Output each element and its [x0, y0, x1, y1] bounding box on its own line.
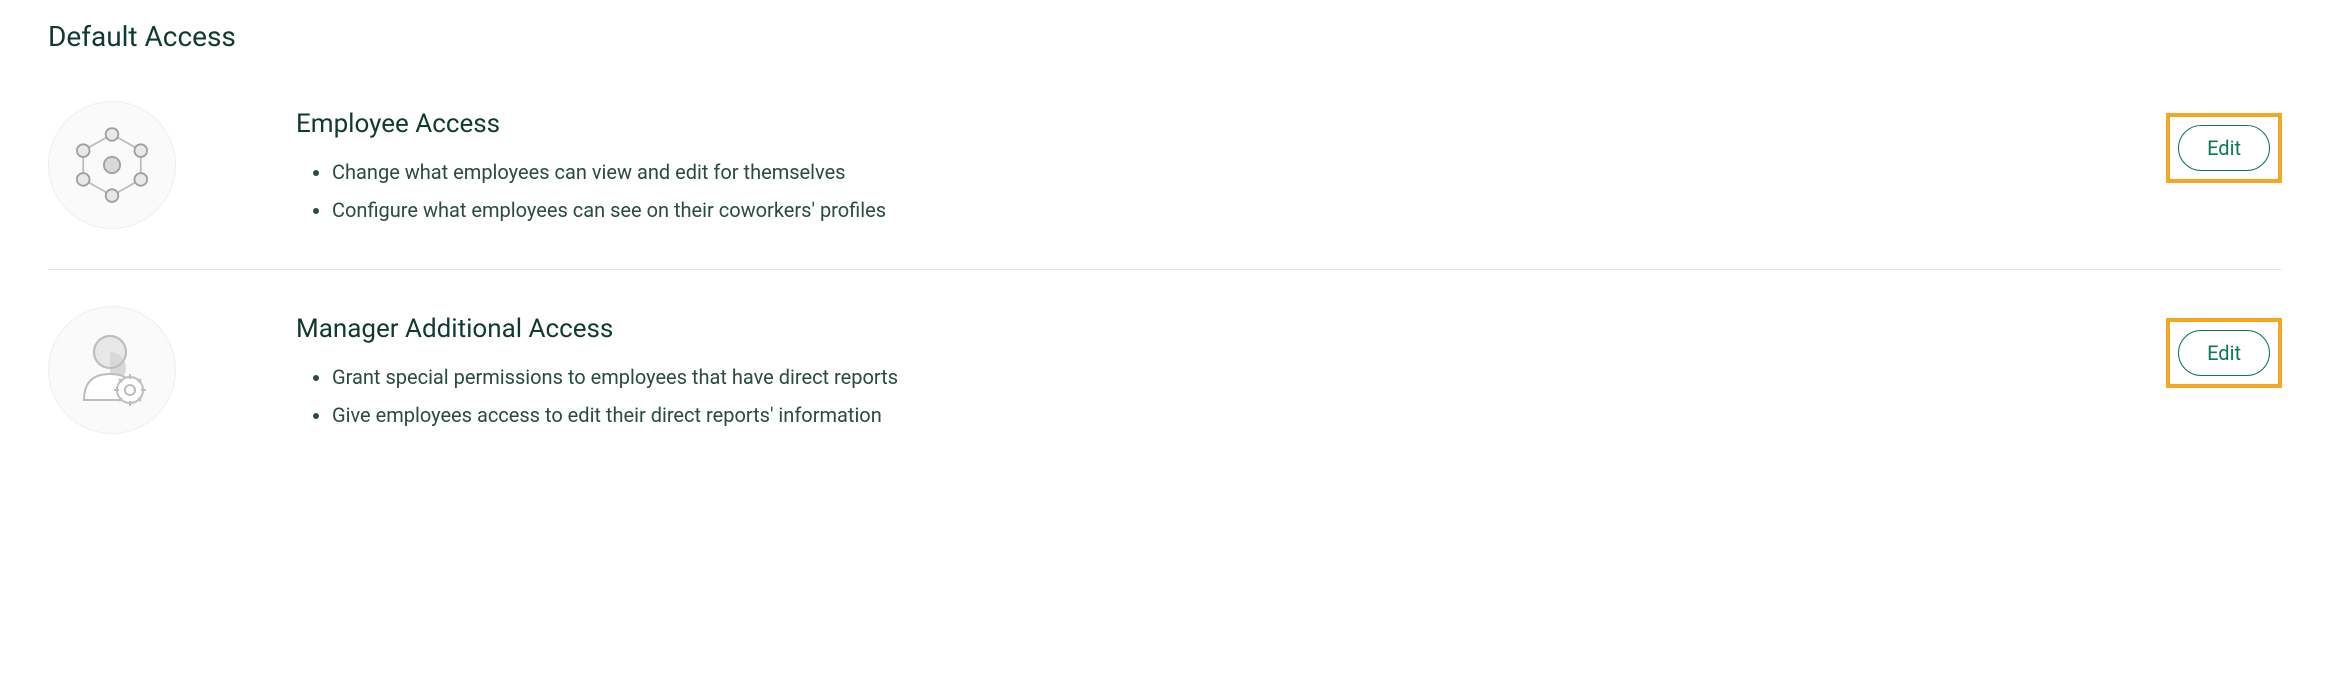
list-item: Give employees access to edit their dire… — [332, 396, 2046, 434]
edit-manager-access-button[interactable]: Edit — [2178, 330, 2270, 376]
manager-access-list: Grant special permissions to employees t… — [296, 358, 2046, 434]
employee-access-title: Employee Access — [296, 109, 2046, 139]
network-icon — [48, 101, 176, 229]
manager-access-row: Manager Additional Access Grant special … — [48, 298, 2282, 462]
edit-highlight: Edit — [2166, 113, 2282, 183]
list-item: Grant special permissions to employees t… — [332, 358, 2046, 396]
edit-employee-access-button[interactable]: Edit — [2178, 125, 2270, 171]
list-item: Change what employees can view and edit … — [332, 153, 2046, 191]
employee-access-list: Change what employees can view and edit … — [296, 153, 2046, 229]
edit-highlight: Edit — [2166, 318, 2282, 388]
section-title: Default Access — [48, 20, 2282, 53]
employee-access-row: Employee Access Change what employees ca… — [48, 93, 2282, 257]
list-item: Configure what employees can see on thei… — [332, 191, 2046, 229]
manager-gear-icon — [48, 306, 176, 434]
divider — [48, 269, 2282, 270]
manager-access-title: Manager Additional Access — [296, 314, 2046, 344]
